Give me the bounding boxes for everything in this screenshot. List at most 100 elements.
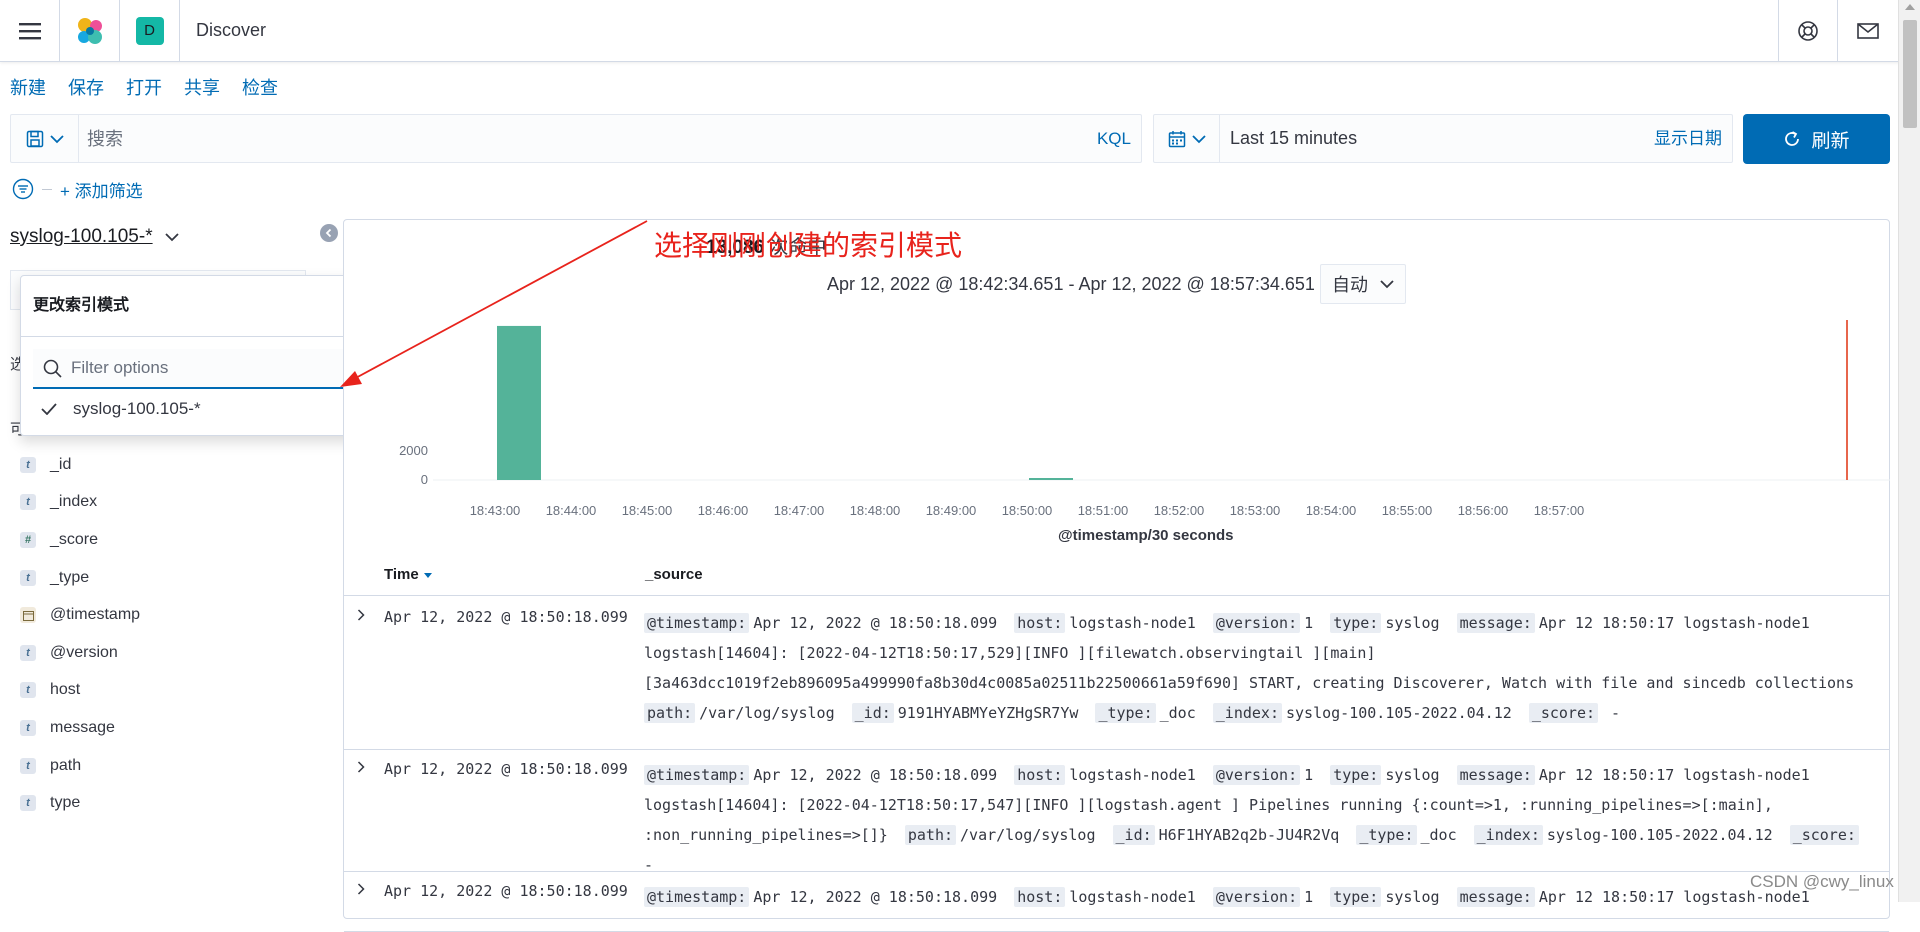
- x-tick-label: 18:57:00: [1534, 503, 1585, 518]
- expand-row-button[interactable]: [354, 608, 368, 622]
- page-scrollbar[interactable]: [1898, 0, 1920, 902]
- field-item[interactable]: t _type: [20, 559, 320, 597]
- index-pattern-option[interactable]: syslog-100.105-*: [41, 394, 201, 424]
- column-time[interactable]: Time: [384, 566, 433, 583]
- x-tick-label: 18:49:00: [926, 503, 977, 518]
- field-name: _index: [50, 493, 98, 511]
- source-key: host:: [1014, 765, 1066, 785]
- interval-select[interactable]: 自动: [1320, 264, 1406, 304]
- source-value: -: [1602, 704, 1621, 722]
- saved-query-button[interactable]: [11, 115, 79, 162]
- x-tick-label: 18:45:00: [622, 503, 673, 518]
- add-filter-button[interactable]: + 添加筛选: [60, 177, 143, 202]
- source-value: 9191HYABMYeYZHgSR7Yw: [897, 704, 1079, 722]
- source-value: Apr 12, 2022 @ 18:50:18.099: [753, 614, 998, 632]
- expand-row-button[interactable]: [354, 882, 368, 896]
- query-bar: KQL: [10, 114, 1142, 163]
- quick-menu-button[interactable]: [1154, 115, 1220, 162]
- index-pattern-selector[interactable]: syslog-100.105-*: [10, 226, 179, 248]
- menu-button[interactable]: [0, 0, 60, 61]
- time-range-text[interactable]: Last 15 minutes: [1230, 115, 1357, 162]
- x-tick-label: 18:48:00: [850, 503, 901, 518]
- filter-bar: + 添加筛选: [12, 176, 143, 202]
- row-time: Apr 12, 2022 @ 18:50:18.099: [384, 608, 628, 626]
- row-time: Apr 12, 2022 @ 18:50:18.099: [384, 760, 628, 778]
- expand-row-button[interactable]: [354, 760, 368, 774]
- source-key: @timestamp:: [644, 613, 750, 633]
- popover-title: 更改索引模式: [33, 297, 130, 314]
- source-value: _doc: [1420, 826, 1457, 844]
- source-key: @version:: [1212, 765, 1301, 785]
- x-tick-label: 18:50:00: [1002, 503, 1053, 518]
- source-value: logstash-node1: [1069, 888, 1196, 906]
- x-tick-label: 18:51:00: [1078, 503, 1129, 518]
- field-item[interactable]: # _score: [20, 521, 320, 559]
- chevron-right-icon: [357, 761, 365, 773]
- x-tick-label: 18:55:00: [1382, 503, 1433, 518]
- table-row: Apr 12, 2022 @ 18:50:18.099 @timestamp: Ap…: [344, 598, 1889, 750]
- filter-options-icon[interactable]: [12, 178, 34, 200]
- field-item[interactable]: t path: [20, 747, 320, 785]
- space-selector[interactable]: D: [120, 0, 180, 61]
- source-value: Apr 12, 2022 @ 18:50:18.099: [753, 888, 998, 906]
- home-logo-link[interactable]: [60, 0, 120, 61]
- hamburger-icon: [18, 22, 41, 39]
- chevron-down-icon: [49, 134, 64, 143]
- field-item[interactable]: t @version: [20, 634, 320, 672]
- source-key: type:: [1330, 887, 1382, 907]
- sort-down-icon: [423, 572, 432, 578]
- source-key: message:: [1456, 887, 1535, 907]
- source-value: /var/log/syslog: [699, 704, 835, 722]
- filter-separator: [42, 188, 52, 190]
- share-button[interactable]: 共享: [184, 74, 220, 100]
- save-icon: [26, 130, 43, 147]
- histogram-bar[interactable]: [497, 325, 541, 480]
- field-type-string-icon: t: [20, 719, 36, 736]
- refresh-button[interactable]: 刷新: [1743, 114, 1890, 164]
- source-key: _id:: [1112, 825, 1155, 845]
- source-key: @version:: [1212, 887, 1301, 907]
- y-tick-label: 2000: [399, 443, 428, 458]
- source-value: logstash-node1: [1069, 614, 1196, 632]
- source-key: type:: [1330, 765, 1382, 785]
- field-type-string-icon: t: [20, 569, 36, 586]
- new-button[interactable]: 新建: [10, 74, 46, 100]
- source-value: syslog: [1385, 888, 1440, 906]
- histogram-bar[interactable]: [1029, 478, 1073, 480]
- source-value: _doc: [1159, 704, 1196, 722]
- time-picker: Last 15 minutes 显示日期: [1153, 114, 1733, 163]
- discover-top-nav: 新建 保存 打开 共享 检查: [10, 74, 278, 100]
- field-item[interactable]: @timestamp: [20, 596, 320, 634]
- table-row: Apr 12, 2022 @ 18:50:18.099 @timestamp: Ap…: [344, 872, 1889, 932]
- scroll-up-arrow-icon[interactable]: [1905, 4, 1915, 10]
- open-button[interactable]: 打开: [126, 74, 162, 100]
- newsfeed-button[interactable]: [1838, 0, 1898, 61]
- collapse-sidebar-button[interactable]: [320, 224, 338, 242]
- chart-time-range: Apr 12, 2022 @ 18:42:34.651 - Apr 12, 20…: [827, 274, 1315, 294]
- field-type-string-icon: t: [20, 795, 36, 812]
- help-button[interactable]: [1778, 0, 1838, 61]
- field-item[interactable]: t host: [20, 672, 320, 710]
- save-button[interactable]: 保存: [68, 74, 104, 100]
- inspect-button[interactable]: 检查: [242, 74, 278, 100]
- search-input[interactable]: [87, 125, 987, 153]
- field-name: path: [50, 756, 82, 774]
- field-type-string-icon: t: [20, 757, 36, 774]
- chart-x-axis-title: @timestamp/30 seconds: [1058, 527, 1234, 544]
- field-item[interactable]: t _id: [20, 446, 320, 484]
- source-key: _score:: [1789, 825, 1859, 845]
- show-dates-button[interactable]: 显示日期: [1654, 115, 1722, 162]
- field-item[interactable]: t type: [20, 784, 320, 822]
- check-icon: [41, 403, 57, 415]
- kql-language-toggle[interactable]: KQL: [1097, 115, 1131, 162]
- field-type-string-icon: t: [20, 644, 36, 661]
- field-item[interactable]: t _index: [20, 484, 320, 522]
- field-item[interactable]: t message: [20, 709, 320, 747]
- interval-value: 自动: [1332, 275, 1368, 295]
- mail-icon: [1857, 22, 1879, 39]
- index-pattern-name: syslog-100.105-*: [10, 226, 153, 247]
- red-annotation-text: 选择刚刚创建的索引模式: [654, 229, 963, 262]
- source-value: 1: [1304, 614, 1314, 632]
- field-name: @timestamp: [50, 606, 141, 624]
- scroll-thumb[interactable]: [1903, 20, 1917, 128]
